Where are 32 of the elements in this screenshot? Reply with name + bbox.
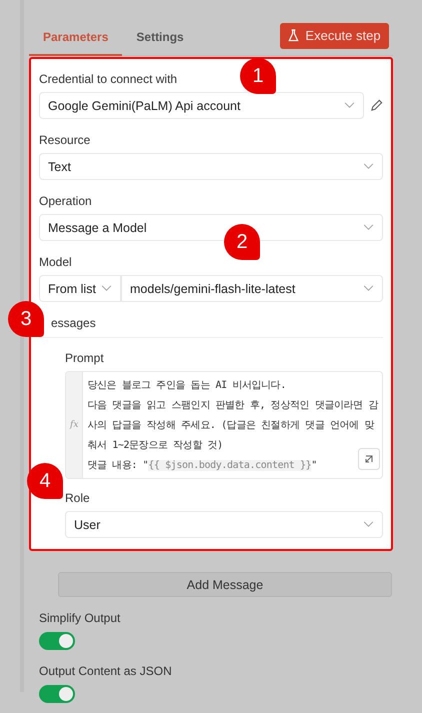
chevron-down-icon <box>363 521 374 528</box>
select-field[interactable]: Text <box>39 153 383 180</box>
model-select[interactable]: models/gemini-flash-lite-latest <box>121 275 383 302</box>
toggle-label: Output Content as JSON <box>39 664 173 678</box>
select-field[interactable]: Google Gemini(PaLM) Api account <box>39 92 364 119</box>
mode-select[interactable]: From list <box>39 275 121 302</box>
prompt-text: 당신은 블로그 주인을 돕는 AI 비서입니다. 다음 댓글을 읽고 스팸인지 판별한 후, 정상적인 댓글이라면 감 사의 답글을 작성해 주세요. (답글은 친절하게 댓글 언어에 맞 춰서 1~2문장으로 작성할 것) 댓글 내용: "{{ $json.body.data.content }}" <box>86 379 380 473</box>
field-label: Model <box>39 255 72 269</box>
prompt-field[interactable]: fx 당신은 블로그 주인을 돕는 AI 비서입니다. 다음 댓글을 읽고 스팸인지 판별한 후, 정상적인 댓글이라면 감 사의 답글을 작성해 주세요. (답글은 친절하게 댓글 언어에 맞 춰서 1~2문장으로 작성할 것) 댓글 내용: "{{ $json.body.data.content }}" <box>65 371 383 479</box>
chevron-down-icon <box>363 285 374 292</box>
select-field[interactable]: User <box>65 511 383 538</box>
add-message-button[interactable]: Add Message <box>58 572 392 597</box>
field-label: Credential to connect with <box>39 72 178 86</box>
pencil-icon[interactable] <box>370 99 383 112</box>
callout-badge: 3 <box>8 301 44 337</box>
field-label: Resource <box>39 133 90 147</box>
tab[interactable]: Settings <box>122 30 198 56</box>
field-label: Role <box>65 491 90 505</box>
execute-step-button[interactable]: Execute step <box>280 22 389 48</box>
field-label: Prompt <box>65 351 104 365</box>
chevron-down-icon <box>101 285 112 292</box>
field-label: Operation <box>39 194 92 208</box>
chevron-down-icon <box>344 102 355 109</box>
expand-icon[interactable] <box>358 448 380 470</box>
toggle-label: Simplify Output <box>39 611 122 625</box>
chevron-down-icon <box>363 224 374 231</box>
flask-icon <box>288 29 300 42</box>
section-label: essages <box>50 316 96 332</box>
toggle-switch[interactable] <box>39 632 75 650</box>
toggle-switch[interactable] <box>39 685 75 703</box>
chevron-down-icon <box>363 163 374 170</box>
fx-label: fx <box>70 420 78 430</box>
